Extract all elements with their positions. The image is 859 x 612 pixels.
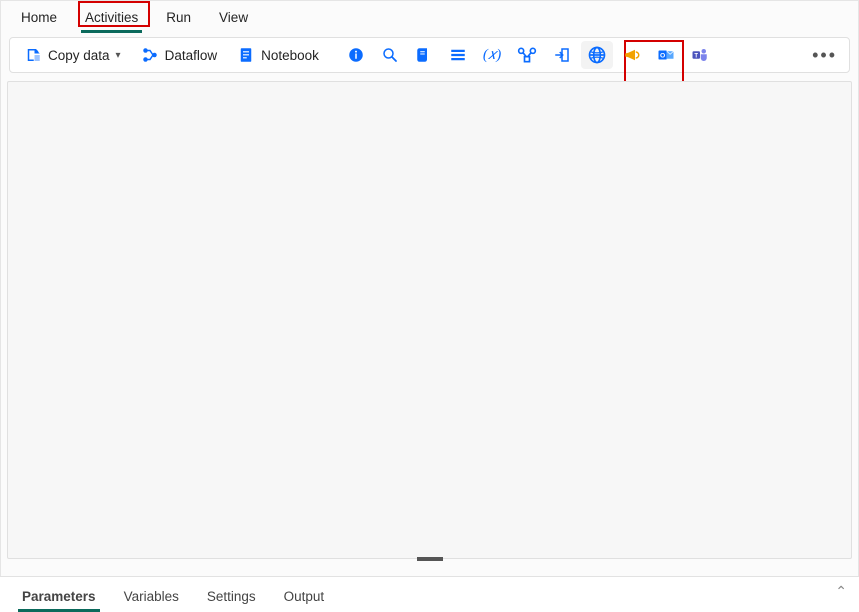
more-button[interactable]: ••• (806, 45, 843, 66)
import-button[interactable] (547, 42, 577, 68)
menu-run[interactable]: Run (152, 4, 205, 31)
menu-activities[interactable]: Activities (71, 4, 152, 31)
list-icon (449, 46, 467, 64)
activities-toolbar: Copy data ▾ Dataflow Notebook (9, 37, 850, 73)
import-icon (553, 46, 571, 64)
info-button[interactable] (341, 42, 371, 68)
info-icon (347, 46, 365, 64)
tab-variables[interactable]: Variables (110, 583, 193, 612)
teams-icon: T (691, 46, 709, 64)
menu-view[interactable]: View (205, 4, 262, 31)
pipeline-icon (517, 46, 537, 64)
properties-tabs: Parameters Variables Settings Output (8, 583, 851, 612)
properties-panel: Parameters Variables Settings Output ⌃ (0, 576, 859, 612)
menu-home[interactable]: Home (7, 4, 71, 31)
copy-data-button[interactable]: Copy data ▾ (16, 42, 129, 68)
script-icon (415, 46, 433, 64)
teams-button[interactable]: T (685, 42, 715, 68)
notebook-icon (237, 46, 255, 64)
outlook-button[interactable]: O (651, 42, 681, 68)
dataflow-button[interactable]: Dataflow (133, 42, 226, 68)
dataflow-icon (141, 46, 159, 64)
script-button[interactable] (409, 42, 439, 68)
outlook-icon: O (657, 46, 675, 64)
tab-output[interactable]: Output (270, 583, 339, 612)
svg-text:T: T (695, 53, 699, 59)
canvas-bottom-handle[interactable] (417, 557, 443, 561)
menu-bar: Home Activities Run View (1, 1, 858, 33)
search-button[interactable] (375, 42, 405, 68)
variable-icon: (𝑥) (483, 46, 501, 64)
notebook-button[interactable]: Notebook (229, 42, 327, 68)
copy-data-label: Copy data (48, 48, 110, 63)
variable-button[interactable]: (𝑥) (477, 42, 507, 68)
collapse-panel-button[interactable]: ⌃ (835, 583, 847, 600)
globe-icon (587, 45, 607, 65)
announce-button[interactable] (617, 42, 647, 68)
notebook-label: Notebook (261, 48, 319, 63)
toolbar-container: Copy data ▾ Dataflow Notebook (1, 33, 858, 77)
tab-settings[interactable]: Settings (193, 583, 270, 612)
tab-parameters[interactable]: Parameters (8, 583, 110, 612)
search-icon (381, 46, 399, 64)
megaphone-icon (623, 46, 641, 64)
svg-text:O: O (660, 52, 665, 59)
web-button[interactable]: Web (581, 41, 613, 69)
dataflow-label: Dataflow (165, 48, 218, 63)
copy-data-icon (24, 46, 42, 64)
pipeline-button[interactable] (511, 42, 543, 68)
chevron-down-icon: ▾ (116, 50, 121, 61)
design-canvas[interactable]: ＋ − (7, 81, 852, 559)
list-button[interactable] (443, 42, 473, 68)
